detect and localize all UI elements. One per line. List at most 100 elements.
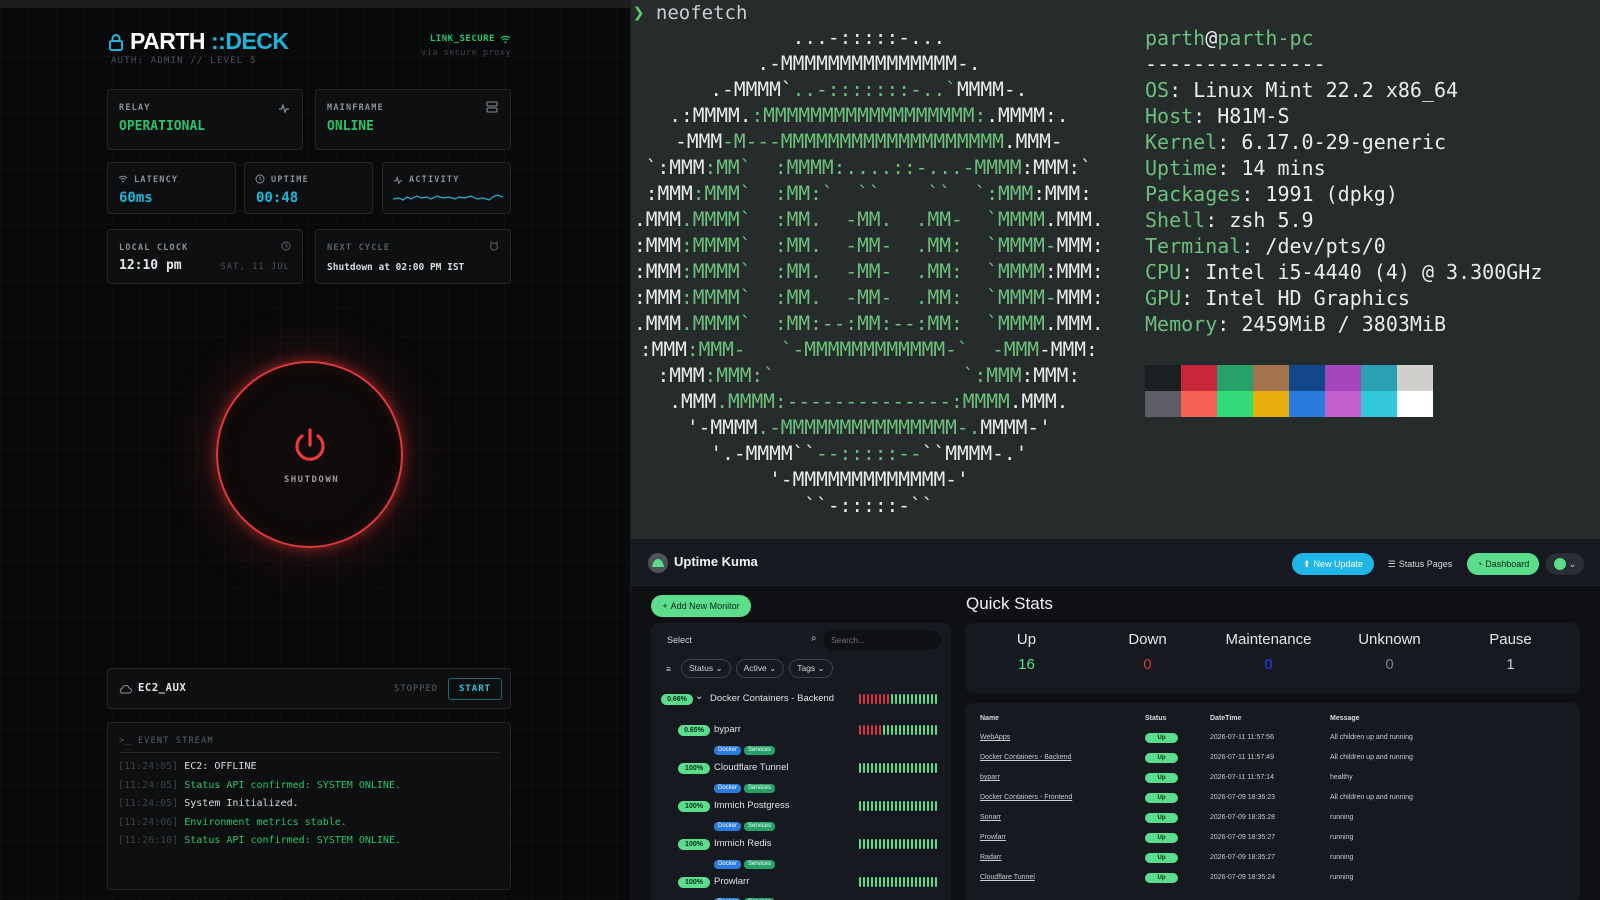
shutdown-button[interactable]: SHUTDOWN (216, 361, 403, 548)
status-badge: Up (1145, 813, 1178, 823)
heartbeat-bar (859, 801, 937, 811)
proxy-note: via secure proxy (421, 48, 511, 58)
filter-menu-icon[interactable]: ≡ (661, 661, 676, 677)
ascii-row: :MMM:MMM- `-MMMMMMMMMMMM-` -MMM-MMM: (640, 337, 1098, 363)
ascii-segment: :MMM: (1033, 182, 1092, 205)
ascii-row: .MMM.MMMM` :MM. -MM. .MM- `MMMM.MMM. (634, 207, 1104, 233)
heartbeat-tick (903, 839, 905, 849)
add-monitor-button[interactable]: + Add New Monitor (651, 595, 751, 617)
heartbeat-tick (891, 877, 893, 887)
event-message: Status API confirmed: SYSTEM ONLINE. (184, 779, 401, 791)
palette-swatch (1289, 365, 1325, 391)
monitor-link[interactable]: Cloudflare Tunnel (980, 874, 1035, 881)
monitor-link[interactable]: Radarr (980, 854, 1001, 861)
ascii-segment: .-MMMMMMMMMMMMMMM-. (757, 416, 981, 439)
ascii-segment: :MMMM` :MM. -MM- .MM: `MMMM- (680, 234, 1057, 257)
heartbeat-tick (911, 801, 913, 811)
heartbeat-tick (883, 801, 885, 811)
heartbeat-tick (915, 694, 917, 704)
user: parth (1145, 26, 1206, 50)
new-update-button[interactable]: ⬆ New Update (1292, 553, 1374, 575)
ec2-start-button[interactable]: START (448, 678, 502, 700)
heartbeat-tick (887, 725, 889, 735)
pulse-icon (393, 175, 403, 185)
command: neofetch (655, 2, 748, 24)
uptime-label: UPTIME (271, 175, 309, 185)
heartbeat-tick (863, 801, 865, 811)
new-update-label: New Update (1313, 559, 1364, 569)
heartbeat-tick (895, 839, 897, 849)
ascii-segment: .MMM. (1044, 312, 1104, 335)
select-toggle[interactable]: Select (667, 635, 692, 645)
ascii-segment: ``MMMM-.' (921, 442, 1028, 465)
heartbeat-tick (935, 801, 937, 811)
monitor-name: Immich Postgress (714, 800, 790, 811)
heartbeat-tick (931, 839, 933, 849)
heartbeat-tick (919, 839, 921, 849)
monitor-name: Prowlarr (714, 876, 750, 887)
ascii-segment: '-MMMM (686, 416, 758, 439)
heartbeat-tick (927, 801, 929, 811)
dashboard-link[interactable]: ◔ Dashboard (1467, 553, 1539, 575)
filter-bar: ≡ Status ⌄ Active ⌄ Tags ⌄ (661, 659, 838, 678)
search-input[interactable] (823, 630, 941, 650)
tag-list: DockerServices (714, 890, 778, 900)
palette-swatch (1289, 391, 1325, 417)
heartbeat-tick (899, 877, 901, 887)
activity-card: ACTIVITY (382, 162, 511, 214)
ascii-row: '.-MMMM``--:::::--``MMMM-.' (710, 441, 1027, 467)
heartbeat-tick (879, 839, 881, 849)
event-datetime: 2026-07-11 11:57:49 (1210, 754, 1274, 761)
monitor-link[interactable]: Prowlarr (980, 834, 1006, 841)
info-value: /dev/pts/0 (1265, 234, 1386, 258)
event-line: [11:24:06] Environment metrics stable. (118, 817, 347, 828)
monitor-name: Immich Redis (714, 838, 772, 849)
event-message: healthy (1330, 774, 1353, 781)
heartbeat-tick (903, 801, 905, 811)
ascii-segment: .MMM (634, 208, 681, 231)
heartbeat-tick (911, 877, 913, 887)
monitor-link[interactable]: Sonarr (980, 814, 1001, 821)
monitor-link[interactable]: Docker Containers - Backend (980, 754, 1071, 761)
kuma-title[interactable]: Uptime Kuma (674, 554, 758, 569)
monitor-link[interactable]: WebApps (980, 734, 1010, 741)
ascii-row: '-MMMM.-MMMMMMMMMMMMMMM-.MMMM-' (687, 415, 1051, 441)
chevron-down-icon[interactable]: ⌄ (695, 691, 703, 702)
next-cycle-card: NEXT CYCLE Shutdown at 02:00 PM IST (315, 229, 511, 284)
ascii-row: .MMM.MMMM:--------------:MMMM.MMM. (669, 389, 1068, 415)
profile-menu[interactable]: ⌄ (1546, 553, 1584, 575)
info-value: H81M-S (1217, 104, 1290, 128)
filter-tags[interactable]: Tags ⌄ (789, 659, 833, 678)
ascii-segment: .MMMM` :MM. -MM. .MM- `MMMM (680, 208, 1045, 231)
info-key: Host (1145, 104, 1194, 128)
monitor-link[interactable]: Docker Containers - Frontend (980, 794, 1072, 801)
info-key: Kernel (1145, 130, 1218, 154)
heartbeat-tick (891, 694, 893, 704)
filter-status[interactable]: Status ⌄ (680, 659, 731, 678)
heartbeat-tick (903, 725, 905, 735)
stat-label: Maintenance (1225, 631, 1312, 648)
prompt: ❯ neofetch (633, 2, 747, 24)
heartbeat-tick (923, 839, 925, 849)
monitor-tag: Services (744, 822, 776, 831)
ascii-segment: -M---MMMMMMMMMMMMMMMMMMM (722, 130, 1004, 153)
separator: --------------- (1145, 52, 1326, 76)
heartbeat-tick (859, 763, 861, 773)
info-key: Memory (1145, 312, 1218, 336)
filter-active[interactable]: Active ⌄ (735, 659, 785, 678)
status-badge: Up (1145, 873, 1178, 883)
heartbeat-tick (899, 801, 901, 811)
dashboard-label: Dashboard (1485, 559, 1530, 569)
kuma-logo-icon[interactable] (648, 553, 668, 573)
ascii-segment: -MMM: (1039, 338, 1098, 361)
info-value: 14 mins (1241, 156, 1326, 180)
event-message: All children up and running (1330, 754, 1413, 761)
heartbeat-tick (899, 725, 901, 735)
monitor-link[interactable]: byparr (980, 774, 1000, 781)
local-clock-time: 12:10 pm (119, 258, 182, 273)
status-pages-link[interactable]: ☰ Status Pages (1385, 553, 1455, 575)
heartbeat-tick (871, 694, 873, 704)
heartbeat-tick (875, 801, 877, 811)
ascii-segment: :MMM:` (1021, 156, 1092, 179)
activity-sparkline (393, 194, 503, 201)
